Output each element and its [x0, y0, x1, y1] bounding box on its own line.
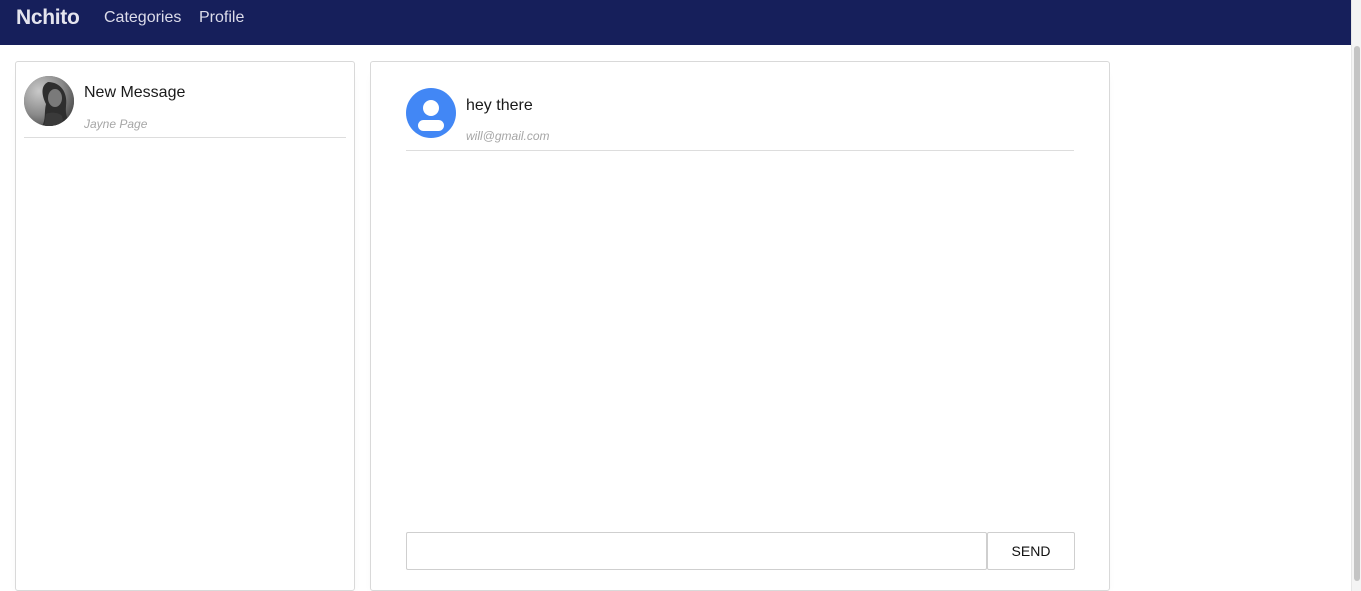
avatar	[24, 76, 74, 126]
conversation-list-panel: New Message Jayne Page	[15, 61, 355, 591]
chat-panel: hey there will@gmail.com SEND	[370, 61, 1110, 591]
message-item: hey there will@gmail.com	[406, 88, 1074, 151]
top-navbar: Nchito Categories Profile	[0, 0, 1351, 45]
message-sender-email: will@gmail.com	[466, 129, 550, 143]
conversation-contact-name: Jayne Page	[84, 117, 148, 131]
scrollbar-thumb[interactable]	[1354, 46, 1360, 581]
conversation-title: New Message	[84, 84, 186, 101]
send-button[interactable]: SEND	[987, 532, 1075, 570]
avatar	[406, 88, 456, 138]
conversation-item[interactable]: New Message Jayne Page	[24, 75, 346, 138]
message-text: hey there	[466, 97, 533, 114]
default-user-icon	[418, 100, 444, 131]
brand-logo[interactable]: Nchito	[16, 6, 80, 30]
nav-link-categories[interactable]: Categories	[104, 9, 181, 27]
message-input[interactable]	[406, 532, 987, 570]
page-scrollbar[interactable]	[1351, 0, 1361, 591]
user-photo-icon	[24, 76, 74, 126]
nav-link-profile[interactable]: Profile	[199, 9, 244, 27]
